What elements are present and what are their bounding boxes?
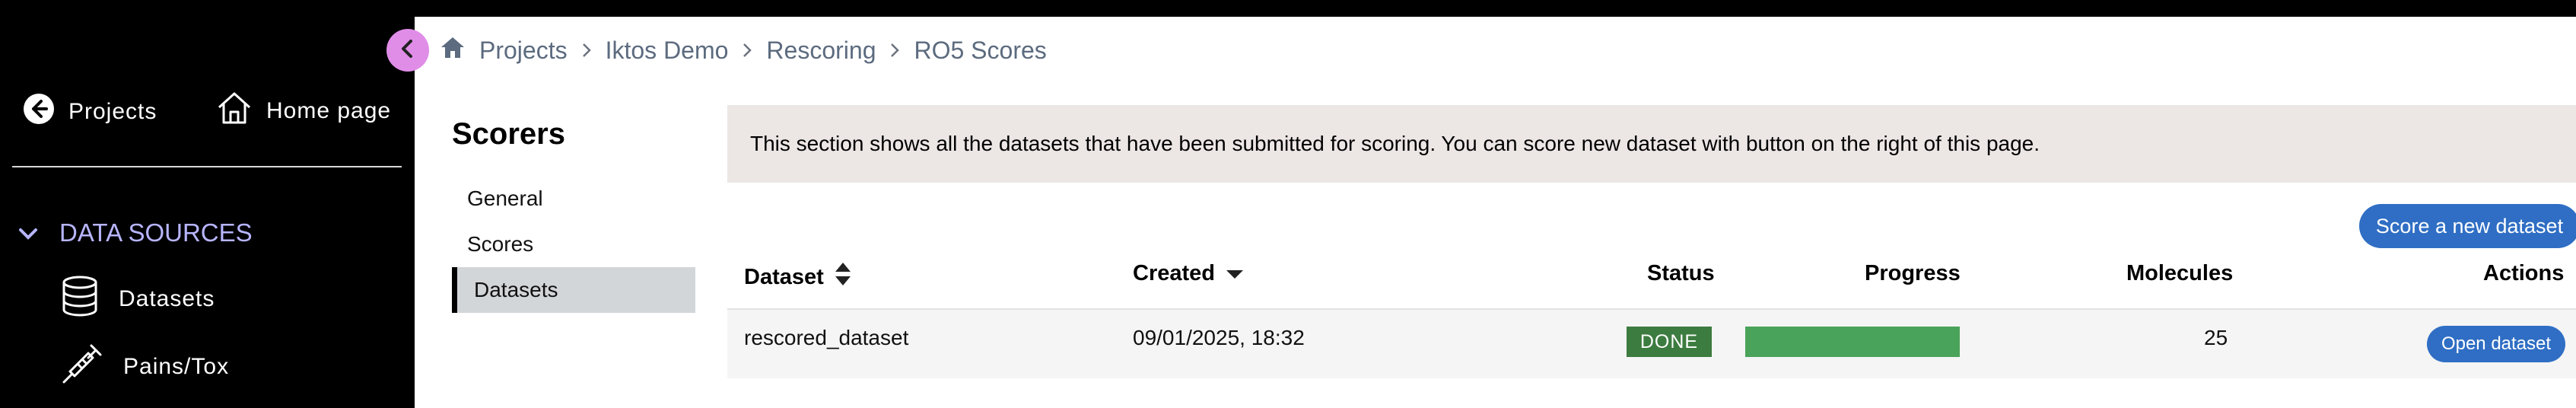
column-header-molecules: Molecules — [2126, 261, 2234, 285]
menu-item-scores[interactable]: Scores — [452, 222, 695, 267]
column-header-progress: Progress — [1865, 261, 1961, 285]
projects-nav-label: Projects — [68, 99, 157, 124]
progress-bar — [1745, 327, 1960, 357]
menu-item-general[interactable]: General — [452, 176, 695, 222]
breadcrumb-project[interactable]: Iktos Demo — [606, 37, 729, 65]
home-page-nav-link[interactable]: Home page — [216, 91, 391, 132]
column-header-label: Dataset — [744, 264, 824, 289]
breadcrumb-projects[interactable]: Projects — [479, 37, 568, 65]
cell-dataset-name: rescored_dataset — [744, 326, 909, 349]
chevron-down-icon — [18, 218, 38, 247]
scorers-title: Scorers — [452, 117, 565, 151]
projects-nav-link[interactable]: Projects — [23, 93, 157, 131]
score-new-dataset-button[interactable]: Score a new dataset — [2359, 204, 2576, 248]
cell-molecules-count: 25 — [2204, 326, 2228, 349]
top-bar — [0, 0, 2576, 17]
sidebar-item-datasets[interactable]: Datasets — [61, 276, 215, 323]
cell-created-date: 09/01/2025, 18:32 — [1133, 326, 1305, 349]
breadcrumb: Projects Iktos Demo Rescoring RO5 Scores — [440, 35, 1047, 65]
chevron-right-icon — [889, 37, 900, 65]
home-page-nav-label: Home page — [266, 98, 392, 123]
database-icon — [61, 276, 99, 323]
breadcrumb-current: RO5 Scores — [914, 36, 1047, 64]
chevron-left-icon — [399, 39, 416, 62]
column-header-label: Created — [1133, 261, 1215, 285]
breadcrumb-rescoring[interactable]: Rescoring — [766, 37, 876, 65]
menu-item-datasets[interactable]: Datasets — [452, 267, 695, 313]
sidebar-divider — [12, 166, 402, 167]
column-header-actions: Actions — [2483, 261, 2565, 285]
home-icon — [216, 91, 253, 132]
collapse-sidebar-button[interactable] — [386, 29, 429, 72]
open-dataset-button[interactable]: Open dataset — [2427, 326, 2565, 362]
sidebar-item-label: Datasets — [119, 286, 215, 311]
column-header-created[interactable]: Created — [1133, 261, 1244, 286]
progress-bar-fill — [1745, 327, 1960, 357]
back-arrow-icon — [23, 93, 55, 131]
sidebar-item-label: Pains/Tox — [123, 354, 230, 379]
column-header-dataset[interactable]: Dataset — [744, 261, 851, 293]
data-sources-section-toggle[interactable]: DATA SOURCES — [18, 218, 253, 247]
data-sources-title: DATA SOURCES — [59, 218, 253, 247]
chevron-right-icon — [742, 37, 752, 65]
syringe-icon — [61, 343, 103, 391]
sidebar-item-pains-tox[interactable]: Pains/Tox — [61, 343, 229, 391]
chevron-right-icon — [581, 37, 592, 65]
column-header-status: Status — [1647, 261, 1715, 285]
sort-descending-icon — [1226, 261, 1244, 286]
home-icon[interactable] — [440, 35, 466, 65]
info-banner: This section shows all the datasets that… — [727, 105, 2576, 183]
sidebar: Projects Home page DATA SOURCES Datasets — [0, 17, 415, 408]
sort-icon — [835, 261, 851, 293]
status-badge: DONE — [1627, 327, 1712, 357]
